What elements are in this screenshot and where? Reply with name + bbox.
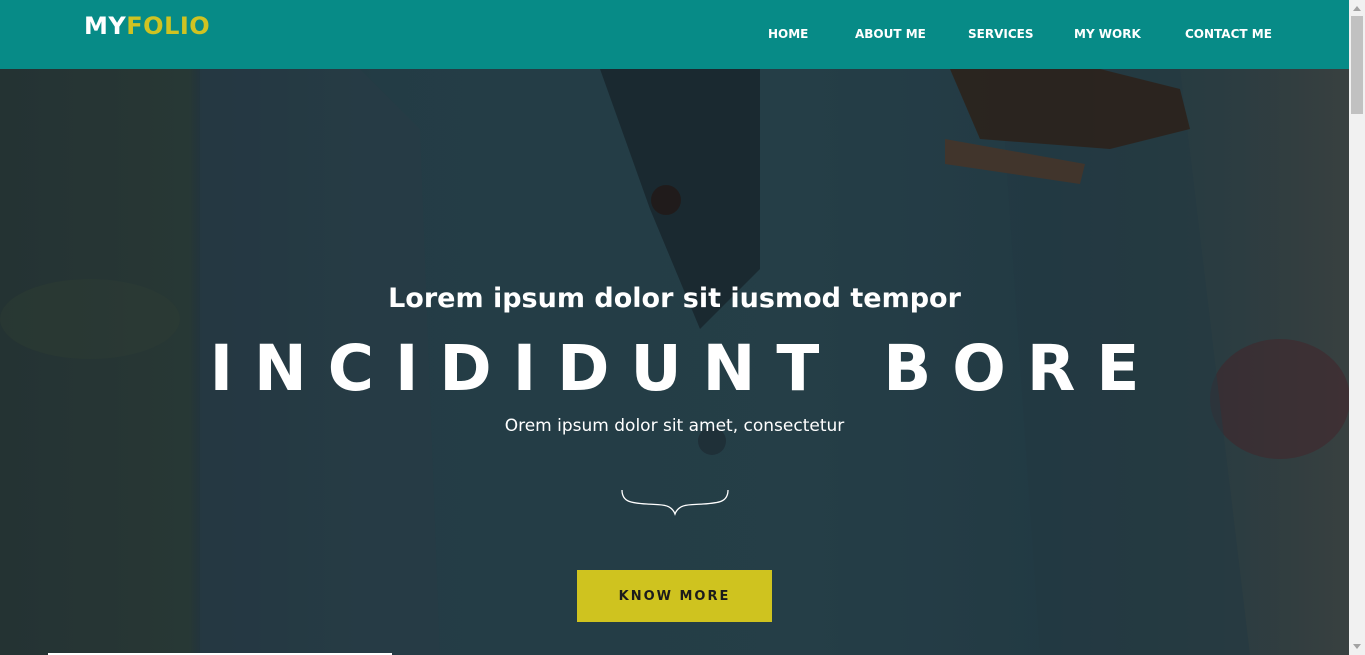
nav-contact-me[interactable]: CONTACT ME: [1185, 27, 1272, 41]
scrollbar-thumb[interactable]: [1351, 16, 1363, 114]
nav-services[interactable]: SERVICES: [968, 27, 1033, 41]
hero-caption: Orem ipsum dolor sit amet, consectetur: [504, 416, 845, 436]
nav-about-me[interactable]: ABOUT ME: [855, 27, 926, 41]
hero-section: Lorem ipsum dolor sit iusmod tempor INCI…: [0, 69, 1349, 655]
nav-my-work[interactable]: MY WORK: [1074, 27, 1141, 41]
logo-text-my: MY: [84, 12, 127, 40]
logo-text-folio: FOLIO: [126, 12, 211, 40]
hero-title: INCIDIDUNT BORE: [209, 332, 1161, 405]
hero-subtitle: Lorem ipsum dolor sit iusmod tempor: [388, 283, 961, 314]
nav-home[interactable]: HOME: [768, 27, 808, 41]
page-scrollbar[interactable]: [1349, 0, 1365, 655]
top-navbar: MYFOLIO HOME ABOUT ME SERVICES MY WORK C…: [0, 0, 1349, 69]
scroll-up-icon[interactable]: [1353, 6, 1361, 11]
scroll-down-icon[interactable]: [1353, 644, 1361, 649]
know-more-button[interactable]: KNOW MORE: [577, 570, 772, 622]
curly-brace-icon: [621, 489, 729, 516]
site-logo[interactable]: MYFOLIO: [84, 12, 210, 40]
